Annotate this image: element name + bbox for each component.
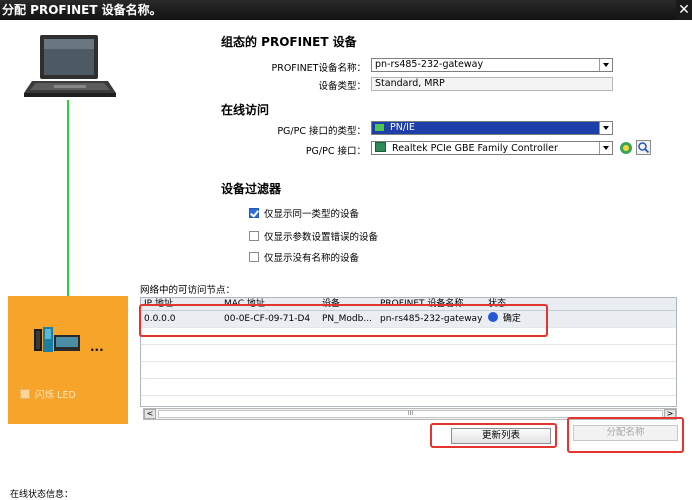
network-link-line (67, 100, 69, 322)
filter-bad-params-label: 仅显示参数设置错误的设备 (264, 232, 379, 243)
interface-type-label: PG/PC 接口的类型： (277, 126, 366, 137)
filter-no-name-checkbox[interactable] (249, 252, 259, 262)
window-title-bar: 分配 PROFINET 设备名称。 ✕ (0, 0, 692, 20)
filter-bad-params[interactable]: 仅显示参数设置错误的设备 (249, 229, 378, 243)
filter-same-type-checkbox[interactable] (249, 208, 259, 218)
filter-bad-params-checkbox[interactable] (249, 231, 259, 241)
device-panel (8, 296, 128, 424)
filter-same-type-label: 仅显示同一类型的设备 (264, 209, 360, 220)
network-icon (375, 124, 384, 131)
close-icon[interactable]: ✕ (676, 0, 692, 20)
table-caption: 网络中的可访问节点： (140, 285, 236, 296)
table-row-empty (141, 379, 676, 396)
row-highlight (139, 304, 548, 337)
chevron-down-icon[interactable] (599, 142, 612, 154)
flash-led-check-box[interactable] (20, 389, 30, 399)
device-name-value: pn-rs485-232-gateway (375, 59, 484, 70)
window-title: 分配 PROFINET 设备名称。 (2, 3, 162, 17)
flash-led-checkbox[interactable]: 闪烁 LED (20, 387, 76, 401)
search-icon[interactable] (636, 140, 651, 155)
interface-dropdown[interactable]: Realtek PCIe GBE Family Controller (371, 141, 613, 155)
scroll-left-icon[interactable]: < (144, 409, 156, 419)
device-type-value: Standard, MRP (375, 78, 445, 89)
chevron-down-icon[interactable] (599, 59, 612, 71)
device-icon (34, 327, 94, 353)
interface-value: Realtek PCIe GBE Family Controller (392, 143, 558, 154)
status-shield-icon[interactable] (619, 141, 633, 155)
filter-heading: 设备过滤器 (221, 182, 282, 196)
filter-same-type[interactable]: 仅显示同一类型的设备 (249, 206, 359, 220)
interface-type-dropdown[interactable]: PN/IE (371, 121, 613, 135)
device-type-field: Standard, MRP (371, 77, 613, 91)
device-type-label: 设备类型： (318, 81, 366, 92)
pc-icon (24, 35, 116, 103)
configured-heading: 组态的 PROFINET 设备 (221, 35, 357, 49)
assign-highlight (567, 417, 684, 453)
table-row-empty (141, 362, 676, 379)
device-more-dots: ... (90, 340, 104, 354)
device-name-label: PROFINET设备名称： (271, 63, 367, 74)
table-row-empty (141, 345, 676, 362)
interface-label: PG/PC 接口： (305, 146, 366, 157)
online-status-label: 在线状态信息： (10, 490, 74, 500)
filter-no-name-label: 仅显示没有名称的设备 (264, 253, 360, 264)
filter-no-name[interactable]: 仅显示没有名称的设备 (249, 250, 359, 264)
flash-led-label: 闪烁 LED (35, 390, 76, 401)
refresh-highlight (430, 423, 557, 448)
online-heading: 在线访问 (221, 103, 270, 117)
network-card-icon (375, 142, 386, 152)
device-name-dropdown[interactable]: pn-rs485-232-gateway (371, 58, 613, 72)
interface-type-value: PN/IE (390, 122, 415, 133)
chevron-down-icon[interactable] (599, 122, 612, 134)
